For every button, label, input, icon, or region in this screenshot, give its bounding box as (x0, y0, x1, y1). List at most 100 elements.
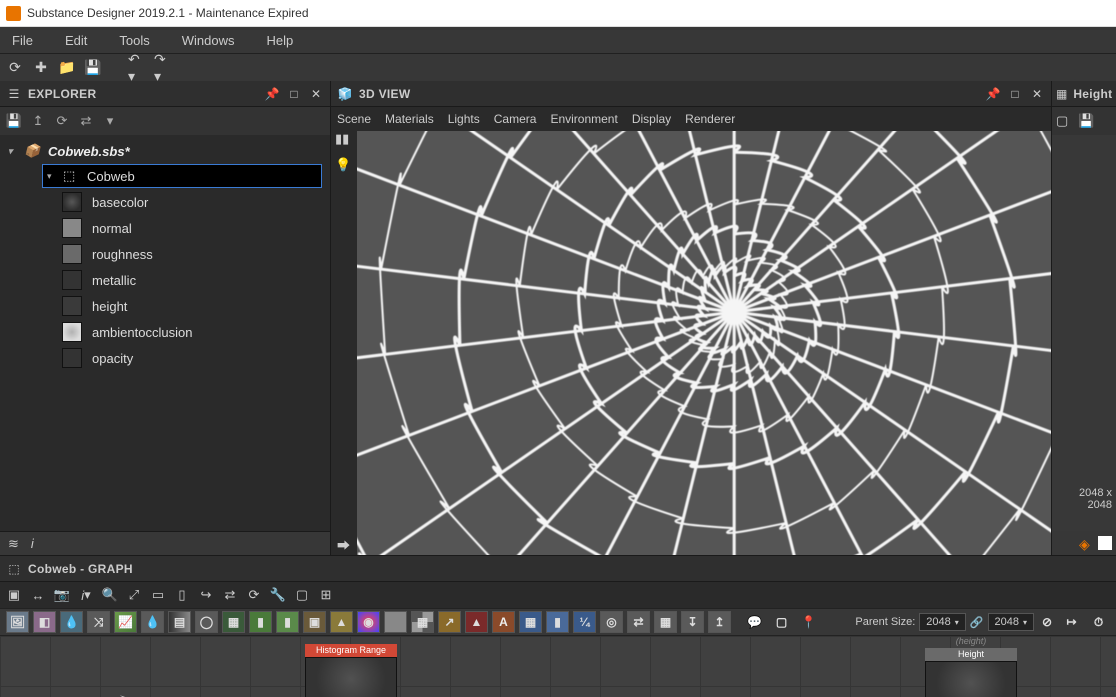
sync-icon[interactable]: ⇄ (78, 113, 94, 129)
close-icon[interactable]: ✕ (308, 86, 324, 102)
timing-icon[interactable]: ⏱ (1087, 611, 1110, 633)
dist-icon[interactable]: ◎ (600, 611, 623, 633)
parent-size-y[interactable]: 2048 (988, 613, 1035, 631)
warp-icon[interactable]: ▮ (276, 611, 299, 633)
comment-icon[interactable]: 💬 (743, 611, 766, 633)
grid-icon[interactable]: ⊞ (318, 587, 334, 603)
sharpen-icon[interactable]: ▦ (411, 611, 434, 633)
graph-canvas[interactable]: Histogram Range (height) Height (0, 636, 1116, 697)
export-icon[interactable]: ↥ (30, 113, 46, 129)
info-icon[interactable]: i (31, 536, 34, 551)
menu-camera[interactable]: Camera (494, 112, 537, 126)
blur-icon[interactable]: ◯ (195, 611, 218, 633)
parent-size-x[interactable]: 2048 (919, 613, 966, 631)
hv-icon[interactable]: ▯ (174, 587, 190, 603)
maximize-icon[interactable]: □ (1007, 86, 1023, 102)
pin-icon[interactable]: 📌 (264, 86, 280, 102)
tree-output-opacity[interactable]: opacity (0, 345, 330, 371)
pin-icon[interactable]: 📌 (985, 86, 1001, 102)
2d-viewport[interactable]: 2048 x 2048 (1052, 135, 1116, 531)
refresh-icon[interactable]: ⟳ (54, 113, 70, 129)
gray-icon[interactable] (384, 611, 407, 633)
blend-icon[interactable]: ▦ (222, 611, 245, 633)
menu-materials[interactable]: Materials (385, 112, 434, 126)
color-swatch[interactable] (1098, 536, 1112, 550)
save2d-icon[interactable]: 💾 (1078, 113, 1094, 129)
emboss2-icon[interactable]: 💧 (141, 611, 164, 633)
emboss-icon[interactable]: 💧 (60, 611, 83, 633)
stats-icon[interactable]: ⮕ (337, 535, 353, 551)
menu-edit[interactable]: Edit (59, 30, 93, 51)
curve-icon[interactable]: 📈 (114, 611, 137, 633)
layers-icon[interactable]: ◈ (1079, 536, 1094, 551)
fx-map-icon[interactable]: ¼ (573, 611, 596, 633)
tool-icon[interactable]: 🔧 (270, 587, 286, 603)
levels-icon[interactable]: ▲ (465, 611, 488, 633)
camera-icon[interactable]: ▮▮ (335, 131, 353, 149)
pixel-proc-icon[interactable]: ▦ (519, 611, 542, 633)
graph-node-height[interactable]: (height) Height (925, 636, 1017, 697)
tree-root[interactable]: ▾ 📦 Cobweb.sbs* (0, 139, 330, 163)
select-parent-icon[interactable]: ▣ (6, 587, 22, 603)
hsl-icon[interactable]: ▲ (330, 611, 353, 633)
link-icon[interactable]: ↔ (30, 587, 46, 603)
undo-icon[interactable]: ↶ ▾ (128, 59, 146, 77)
filter-icon[interactable]: ≋ (8, 536, 19, 552)
tree-output-metallic[interactable]: metallic (0, 267, 330, 293)
transform-icon[interactable]: ↗ (438, 611, 461, 633)
new-substance-icon[interactable]: ⟳ (6, 59, 24, 77)
info-icon[interactable]: i▾ (78, 587, 94, 603)
shuffle-icon[interactable]: ⇄ (627, 611, 650, 633)
channels-icon[interactable]: ▣ (303, 611, 326, 633)
menu-renderer[interactable]: Renderer (685, 112, 735, 126)
tree-output-roughness[interactable]: roughness (0, 241, 330, 267)
close-icon[interactable]: ✕ (1029, 86, 1045, 102)
menu-display[interactable]: Display (632, 112, 671, 126)
open2d-icon[interactable]: ▢ (1056, 113, 1072, 129)
svg-node-icon[interactable]: ◧ (33, 611, 56, 633)
frame-icon[interactable]: ▢ (770, 611, 793, 633)
tree-output-height[interactable]: height (0, 293, 330, 319)
menu-environment[interactable]: Environment (550, 112, 617, 126)
tree-graph-node[interactable]: ▾ ⬚ Cobweb (42, 164, 322, 188)
snapshot-icon[interactable]: 📷 (54, 587, 70, 603)
bitmap-node-icon[interactable]: 🖼 (6, 611, 29, 633)
menu-tools[interactable]: Tools (113, 30, 155, 51)
text-icon[interactable]: A (492, 611, 515, 633)
menu-file[interactable]: File (6, 30, 39, 51)
3d-viewport[interactable] (357, 131, 1051, 555)
new-icon[interactable]: ✚ (32, 59, 50, 77)
menu-scene[interactable]: Scene (337, 112, 371, 126)
normal-icon[interactable]: ◉ (357, 611, 380, 633)
align-icon[interactable]: ▭ (150, 587, 166, 603)
chevron-down-icon[interactable]: ▾ (47, 171, 59, 182)
tree-output-basecolor[interactable]: basecolor (0, 189, 330, 215)
save-icon[interactable]: 💾 (6, 113, 22, 129)
dir-warp-icon[interactable]: ▮ (249, 611, 272, 633)
connect-icon[interactable]: ↪ (198, 587, 214, 603)
cut-icon[interactable]: ⇄ (222, 587, 238, 603)
gradient-icon[interactable]: ▤ (168, 611, 191, 633)
iter-icon[interactable]: ▦ (654, 611, 677, 633)
tree-output-ao[interactable]: ambientocclusion (0, 319, 330, 345)
tree-output-normal[interactable]: normal (0, 215, 330, 241)
dropdown-icon[interactable]: ▾ (102, 113, 118, 129)
fit-icon[interactable]: ⤢ (126, 587, 142, 603)
graph-node-histogram[interactable]: Histogram Range (305, 644, 397, 697)
pin-icon[interactable]: 📍 (797, 611, 820, 633)
light-icon[interactable]: 💡 (335, 157, 353, 175)
random-icon[interactable]: ⤨ (87, 611, 110, 633)
output-icon[interactable]: ↥ (708, 611, 731, 633)
reset-size-icon[interactable]: ⊘ (1038, 611, 1056, 633)
link-icon[interactable]: 🔗 (970, 616, 984, 629)
zoom-icon[interactable]: 🔍 (102, 587, 118, 603)
menu-lights[interactable]: Lights (448, 112, 480, 126)
redo-icon[interactable]: ↷ ▾ (154, 59, 172, 77)
input-icon[interactable]: ↧ (681, 611, 704, 633)
value-proc-icon[interactable]: ▮ (546, 611, 569, 633)
open-icon[interactable]: 📁 (58, 59, 76, 77)
menu-help[interactable]: Help (260, 30, 299, 51)
frame-icon[interactable]: ▢ (294, 587, 310, 603)
save-all-icon[interactable]: 💾 (84, 59, 102, 77)
chevron-down-icon[interactable]: ▾ (8, 146, 20, 157)
